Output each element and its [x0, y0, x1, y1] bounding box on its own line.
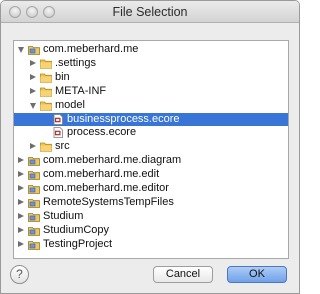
tree-item-label: bin	[55, 70, 70, 83]
tree-row[interactable]: TestingProject	[14, 238, 288, 251]
disclosure-collapsed-icon[interactable]	[18, 198, 24, 205]
disclosure-expanded-icon[interactable]	[18, 47, 24, 53]
tree-item-label: META-INF	[55, 84, 107, 97]
tree-item-label: process.ecore	[67, 126, 137, 139]
tree-item-label: RemoteSystemsTempFiles	[43, 195, 174, 208]
project-icon	[28, 211, 40, 222]
tree-item-label: .settings	[55, 56, 96, 69]
tree-item-label: com.meberhard.me.diagram	[43, 154, 182, 167]
tree-item-label: Studium	[43, 209, 84, 222]
tree-row[interactable]: model	[14, 99, 288, 112]
disclosure-expanded-icon[interactable]	[30, 102, 36, 109]
ok-button[interactable]: OK	[227, 266, 287, 283]
tree-row[interactable]: Studium	[14, 210, 288, 223]
file-tree[interactable]: com.meberhard.me .settings bin META-INF mode…	[13, 40, 289, 259]
tree-row[interactable]: com.meberhard.me.editor	[14, 182, 288, 195]
disclosure-collapsed-icon[interactable]	[30, 73, 36, 80]
tree-row[interactable]: com.meberhard.me.diagram	[14, 154, 288, 167]
project-icon	[28, 183, 40, 194]
tree-row[interactable]: RemoteSystemsTempFiles	[14, 196, 288, 209]
tree-row[interactable]: src	[14, 140, 288, 153]
project-icon	[28, 44, 40, 55]
folder-icon	[40, 58, 52, 69]
ecore-file-icon	[52, 127, 64, 139]
tree-row[interactable]: com.meberhard.me.edit	[14, 168, 288, 181]
tree-row[interactable]: process.ecore	[14, 126, 288, 139]
tree-item-label: model	[55, 98, 85, 111]
project-icon	[28, 225, 40, 236]
disclosure-collapsed-icon[interactable]	[30, 143, 36, 150]
disclosure-collapsed-icon[interactable]	[30, 59, 36, 66]
tree-row[interactable]: com.meberhard.me	[14, 43, 288, 56]
tree-row[interactable]: .settings	[14, 57, 288, 70]
tree-row[interactable]: META-INF	[14, 85, 288, 98]
disclosure-collapsed-icon[interactable]	[30, 87, 36, 94]
tree-item-label: com.meberhard.me.edit	[43, 168, 160, 181]
project-icon	[28, 155, 40, 167]
disclosure-collapsed-icon[interactable]	[18, 226, 24, 233]
folder-icon	[40, 86, 52, 97]
tree-item-label: TestingProject	[43, 237, 113, 250]
tree-item-label: src	[55, 140, 70, 153]
tree-item-label: com.meberhard.me	[43, 43, 139, 55]
folder-icon	[40, 141, 52, 153]
tree-row[interactable]: StudiumCopy	[14, 224, 288, 237]
disclosure-collapsed-icon[interactable]	[18, 212, 24, 219]
folder-icon	[40, 72, 52, 83]
tree-item-label: businessprocess.ecore	[67, 112, 180, 125]
tree-row[interactable]: bin	[14, 71, 288, 84]
tree-item-label: StudiumCopy	[43, 223, 110, 236]
ecore-file-icon	[52, 113, 64, 125]
dialog-title: File Selection	[112, 5, 188, 19]
tree-row[interactable]: businessprocess.ecore	[14, 112, 288, 126]
tree-item-label: com.meberhard.me.editor	[43, 182, 169, 194]
project-icon	[28, 197, 40, 208]
cancel-button[interactable]: Cancel	[153, 266, 213, 283]
folder-icon	[40, 100, 52, 111]
project-icon	[28, 239, 40, 250]
title-bar: File Selection	[1, 1, 299, 23]
disclosure-collapsed-icon[interactable]	[18, 240, 24, 247]
file-selection-dialog: File Selection com.meberhard.me .settings…	[0, 0, 300, 294]
disclosure-collapsed-icon[interactable]	[18, 157, 24, 164]
disclosure-collapsed-icon[interactable]	[18, 171, 24, 178]
help-icon[interactable]: ?	[10, 265, 29, 284]
disclosure-collapsed-icon[interactable]	[18, 185, 24, 191]
project-icon	[28, 169, 40, 180]
